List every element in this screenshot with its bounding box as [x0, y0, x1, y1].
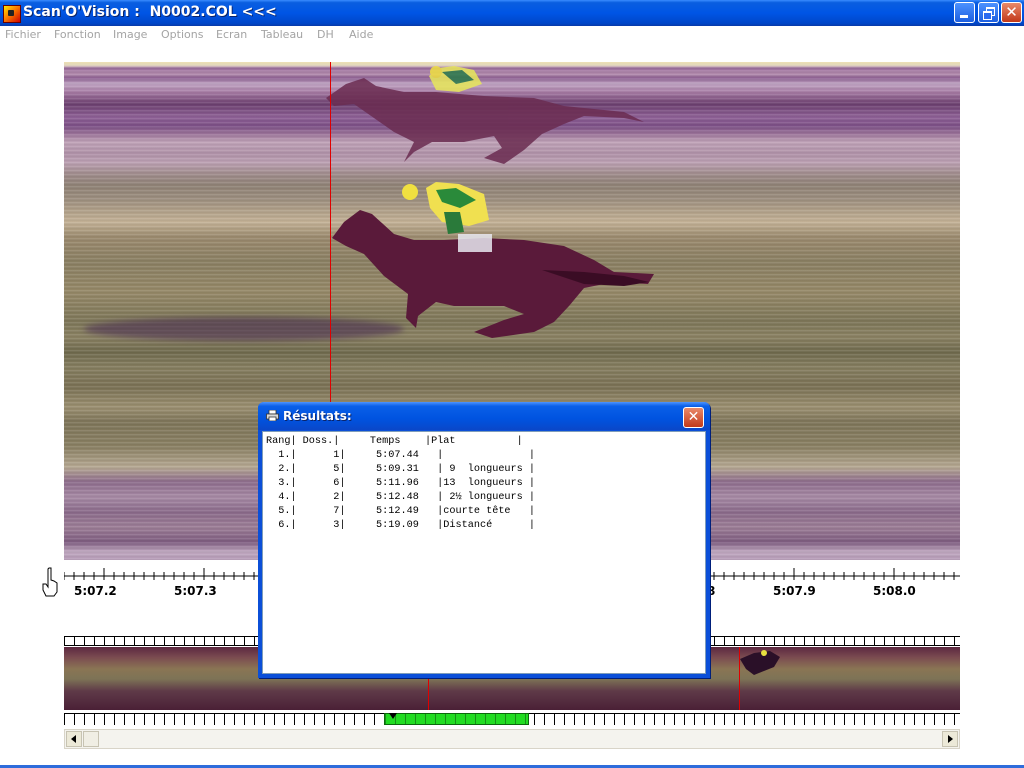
- title-bar: Scan'O'Vision : N0002.COL <<< ✕: [0, 0, 1024, 26]
- printer-icon: [266, 410, 279, 421]
- results-row: 3.| 6| 5:11.96 |13 longueurs |: [266, 478, 535, 489]
- results-row: 1.| 1| 5:07.44 | |: [266, 450, 535, 461]
- horizontal-scrollbar[interactable]: [64, 729, 960, 749]
- zoom-window-indicator[interactable]: [384, 713, 529, 725]
- ruler-label: 5:07.3: [174, 584, 217, 598]
- ruler-label: 5:07.2: [74, 584, 117, 598]
- results-dialog: Résultats: ✕ Rang| Doss.| Temps |Plat | …: [258, 402, 710, 678]
- menu-bar: Fichier Fonction Image Options Ecran Tab…: [0, 26, 1024, 45]
- results-row: 5.| 7| 5:12.49 |courte tête |: [266, 506, 535, 517]
- app-icon: [3, 5, 21, 23]
- minimize-button[interactable]: [954, 2, 975, 23]
- window-title: Scan'O'Vision : N0002.COL <<<: [23, 4, 277, 20]
- dialog-title-bar[interactable]: Résultats: ✕: [258, 402, 710, 430]
- dialog-close-button[interactable]: ✕: [683, 407, 704, 428]
- restore-icon: [979, 3, 998, 22]
- scroll-left-button[interactable]: [66, 731, 82, 747]
- ruler-label: 5:07.9: [773, 584, 816, 598]
- menu-tableau[interactable]: Tableau: [261, 28, 303, 41]
- minimize-icon: [955, 3, 974, 22]
- menu-options[interactable]: Options: [161, 28, 203, 41]
- pointer-triangle-icon: [389, 713, 397, 719]
- menu-fonction[interactable]: Fonction: [54, 28, 101, 41]
- restore-button[interactable]: [978, 2, 999, 23]
- results-row: 4.| 2| 5:12.48 | 2½ longueurs |: [266, 492, 535, 503]
- scroll-thumb[interactable]: [83, 731, 99, 747]
- upper-horse-figure: [326, 66, 644, 164]
- results-row: 6.| 3| 5:19.09 |Distancé |: [266, 520, 535, 531]
- menu-aide[interactable]: Aide: [349, 28, 373, 41]
- dialog-title: Résultats:: [283, 409, 352, 423]
- hand-pointer-icon[interactable]: [40, 566, 60, 598]
- ruler-label: 5:08.0: [873, 584, 916, 598]
- close-icon: ✕: [687, 409, 700, 425]
- close-button[interactable]: ✕: [1001, 2, 1022, 23]
- menu-ecran[interactable]: Ecran: [216, 28, 247, 41]
- menu-image[interactable]: Image: [113, 28, 147, 41]
- menu-fichier[interactable]: Fichier: [5, 28, 41, 41]
- results-header-row: Rang| Doss.| Temps |Plat |: [266, 436, 523, 447]
- scroll-right-button[interactable]: [942, 731, 958, 747]
- close-icon: ✕: [1005, 3, 1018, 21]
- results-table: Rang| Doss.| Temps |Plat | 1.| 1| 5:07.4…: [266, 435, 535, 533]
- menu-dh[interactable]: DH: [317, 28, 334, 41]
- results-row: 2.| 5| 5:09.31 | 9 longueurs |: [266, 464, 535, 475]
- results-text-area[interactable]: Rang| Doss.| Temps |Plat | 1.| 1| 5:07.4…: [262, 431, 706, 674]
- lower-horse-figure: [332, 182, 654, 338]
